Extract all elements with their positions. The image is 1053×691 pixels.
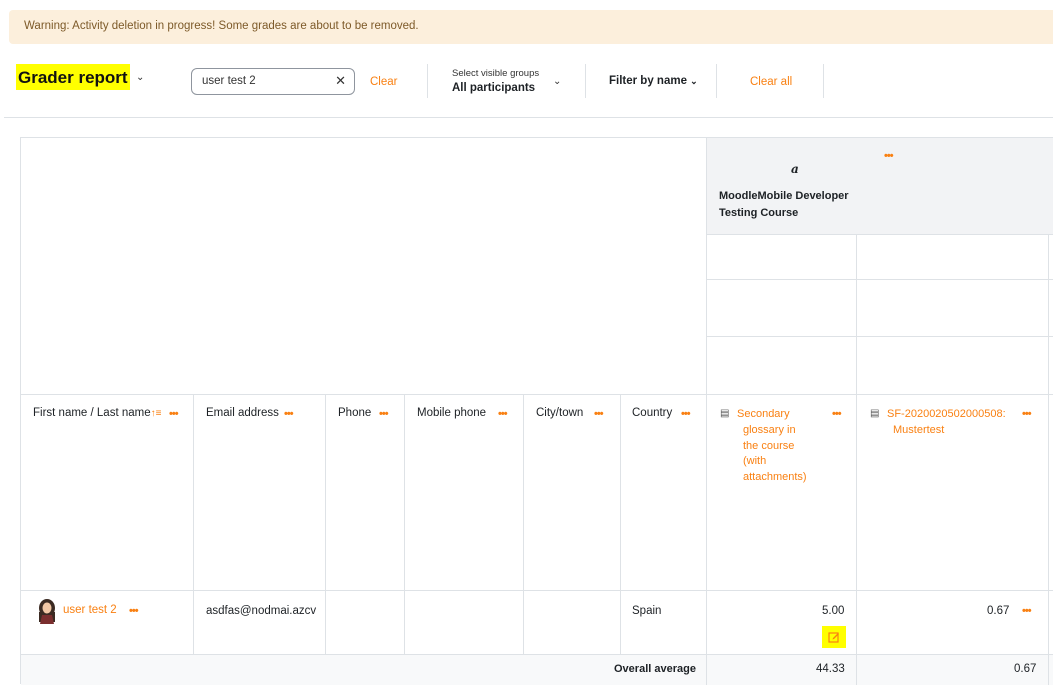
chevron-down-icon: ⌄ — [553, 76, 562, 87]
page-title[interactable]: Grader report — [16, 64, 130, 90]
column-header-phone[interactable]: Phone — [338, 407, 371, 419]
course-actions-menu[interactable]: ••• — [884, 150, 894, 162]
divider — [620, 394, 621, 654]
divider — [21, 590, 1053, 591]
grade-item-name: (with — [743, 455, 767, 468]
grader-table: a ••• MoodleMobile Developer Testing Cou… — [20, 137, 1053, 685]
grade-value[interactable]: 5.00 — [822, 605, 844, 617]
grade-value[interactable]: 0.67 — [987, 605, 1009, 617]
divider — [4, 117, 1053, 118]
divider — [856, 234, 857, 685]
column-header-email[interactable]: Email address — [206, 407, 279, 419]
column-actions-menu[interactable]: ••• — [832, 408, 842, 420]
filter-label: Filter by name — [609, 75, 687, 87]
search-input[interactable]: user test 2 ✕ — [191, 68, 355, 95]
divider — [823, 64, 824, 98]
column-actions-menu[interactable]: ••• — [594, 408, 604, 420]
grade-item-name: glossary in — [743, 423, 796, 436]
divider — [707, 234, 1053, 235]
warning-alert: Warning: Activity deletion in progress! … — [9, 10, 1053, 44]
sort-icon[interactable]: ↑≡ — [151, 408, 162, 419]
clear-all-link[interactable]: Clear all — [750, 76, 792, 88]
user-actions-menu[interactable]: ••• — [129, 605, 139, 617]
column-actions-menu[interactable]: ••• — [169, 408, 179, 420]
avatar[interactable] — [36, 598, 58, 624]
average-value: 44.33 — [816, 663, 845, 675]
divider — [523, 394, 524, 654]
divider — [707, 336, 1053, 337]
divider — [707, 279, 1053, 280]
divider — [427, 64, 428, 98]
divider — [325, 394, 326, 654]
group-selector-label: Select visible groups — [452, 68, 540, 79]
edit-icon[interactable] — [822, 626, 846, 648]
clear-search-link[interactable]: Clear — [370, 76, 397, 88]
user-name-link[interactable]: user test 2 — [63, 604, 117, 616]
column-header-name-label: First name / Last name — [33, 407, 151, 419]
column-actions-menu[interactable]: ••• — [1022, 408, 1032, 420]
chevron-down-icon[interactable]: ⌄ — [136, 72, 144, 83]
course-category-header — [707, 138, 1053, 234]
column-actions-menu[interactable]: ••• — [379, 408, 389, 420]
course-name: MoodleMobile Developer — [719, 190, 849, 202]
grade-item-name: SF-2020020502000508: — [887, 408, 1006, 420]
divider — [404, 394, 405, 654]
column-header-mobile[interactable]: Mobile phone — [417, 407, 486, 419]
grade-item-icon: ▤ — [870, 408, 880, 419]
grade-item-link[interactable]: SF-2020020502000508: Mustertest — [887, 407, 1006, 439]
grade-item-name: the course — [743, 439, 795, 452]
divider — [21, 654, 1053, 655]
column-actions-menu[interactable]: ••• — [498, 408, 508, 420]
user-country: Spain — [632, 605, 662, 617]
divider — [21, 394, 1053, 395]
divider — [706, 138, 707, 685]
group-selector-value: All participants — [452, 82, 536, 94]
course-icon: a — [791, 162, 799, 176]
grade-actions-menu[interactable]: ••• — [1022, 605, 1032, 617]
chevron-down-icon: ⌄ — [690, 76, 698, 86]
column-header-country[interactable]: Country — [632, 407, 672, 419]
average-value: 0.67 — [1014, 663, 1037, 675]
divider — [585, 64, 586, 98]
column-header-city[interactable]: City/town — [536, 407, 583, 419]
grade-item-name: Mustertest — [893, 423, 945, 436]
glossary-icon: ▤ — [720, 408, 730, 419]
pencil-square-icon — [828, 632, 839, 643]
filter-by-name-button[interactable]: Filter by name ⌄ — [609, 75, 698, 87]
search-value: user test 2 — [202, 75, 256, 87]
course-name: Testing Course — [719, 207, 799, 219]
grade-item-name: Secondary — [737, 408, 790, 420]
column-header-name[interactable]: First name / Last name↑≡ — [33, 407, 161, 419]
average-label: Overall average — [614, 663, 696, 675]
column-actions-menu[interactable]: ••• — [284, 408, 294, 420]
grade-item-name: attachments) — [743, 471, 807, 484]
column-actions-menu[interactable]: ••• — [681, 408, 691, 420]
average-row — [21, 655, 1053, 685]
user-email: asdfas@nodmai.azcv — [206, 605, 317, 617]
close-icon[interactable]: ✕ — [335, 73, 346, 89]
divider — [193, 394, 194, 654]
divider — [1048, 234, 1049, 685]
grade-item-link[interactable]: Secondary glossary in the course (with a… — [737, 407, 807, 486]
divider — [716, 64, 717, 98]
